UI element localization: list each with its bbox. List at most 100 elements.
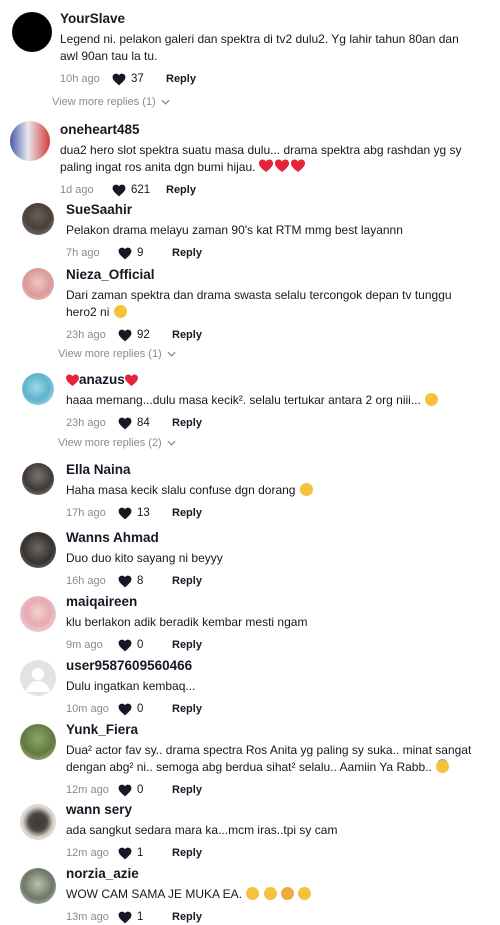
- comment-text: Dua² actor fav sy.. drama spectra Ros An…: [66, 742, 484, 776]
- heart-icon: [118, 575, 132, 587]
- avatar[interactable]: [20, 724, 56, 760]
- comment-item: Wanns Ahmad Duo duo kito sayang ni beyyy…: [0, 529, 500, 589]
- heart-icon: [112, 73, 126, 85]
- avatar[interactable]: [22, 203, 54, 235]
- avatar[interactable]: [20, 804, 56, 840]
- comment-text: WOW CAM SAMA JE MUKA EA.: [66, 886, 484, 903]
- reply-button[interactable]: Reply: [172, 639, 202, 651]
- reply-button[interactable]: Reply: [172, 847, 202, 859]
- reply-button[interactable]: Reply: [172, 247, 202, 259]
- reply-button[interactable]: Reply: [166, 184, 196, 196]
- like-button[interactable]: 13: [118, 507, 172, 520]
- like-button[interactable]: 0: [118, 639, 172, 652]
- avatar[interactable]: [22, 373, 54, 405]
- like-button[interactable]: 37: [112, 73, 166, 86]
- like-count: 1: [137, 911, 144, 923]
- avatar[interactable]: [12, 12, 52, 52]
- rofl-emoji-icon: [299, 483, 313, 496]
- view-more-replies-button[interactable]: View more replies (1): [58, 348, 176, 360]
- halo-emoji-icon: [436, 760, 450, 773]
- comment-meta: 9m ago 0 Reply: [66, 637, 484, 653]
- like-count: 0: [137, 639, 144, 651]
- comment-text: klu berlakon adik beradik kembar mesti n…: [66, 615, 308, 629]
- comment-username[interactable]: SueSaahir: [66, 201, 484, 218]
- like-count: 621: [131, 184, 151, 196]
- heart-icon: [118, 329, 132, 341]
- reply-button[interactable]: Reply: [172, 575, 202, 587]
- default-avatar-icon: [26, 668, 50, 692]
- comment-meta: 23h ago 92 Reply: [66, 327, 484, 343]
- avatar[interactable]: [22, 268, 54, 300]
- like-count: 92: [137, 329, 150, 341]
- comment-username[interactable]: YourSlave: [60, 10, 484, 27]
- heart-icon: [118, 847, 132, 859]
- comment-username[interactable]: wann sery: [66, 801, 484, 818]
- heart-icon: [118, 507, 132, 519]
- chevron-down-icon: [167, 351, 176, 357]
- reply-button[interactable]: Reply: [172, 417, 202, 429]
- avatar[interactable]: [22, 463, 54, 495]
- comment-username[interactable]: Nieza_Official: [66, 266, 484, 283]
- comment-text-body: Haha masa kecik slalu confuse dgn dorang: [66, 483, 296, 497]
- comment-item: maiqaireen klu berlakon adik beradik kem…: [0, 593, 500, 653]
- comment-time: 1d ago: [60, 184, 94, 196]
- reply-button[interactable]: Reply: [172, 703, 202, 715]
- comment-username[interactable]: anazus: [66, 371, 484, 388]
- heart-icon: [118, 639, 132, 651]
- reply-button[interactable]: Reply: [172, 329, 202, 341]
- reply-button[interactable]: Reply: [166, 73, 196, 85]
- avatar[interactable]: [20, 596, 56, 632]
- reply-item: Ella Naina Haha masa kecik slalu confuse…: [0, 461, 500, 521]
- comment-meta: 16h ago 8 Reply: [66, 573, 484, 589]
- comment-username[interactable]: norzia_azie: [66, 865, 484, 882]
- comment-meta: 10h ago 37 Reply: [60, 71, 484, 87]
- comment-username[interactable]: Ella Naina: [66, 461, 484, 478]
- heart-icon: [118, 417, 132, 429]
- comment-username[interactable]: oneheart485: [60, 121, 484, 138]
- view-more-replies-button[interactable]: View more replies (1): [52, 96, 170, 108]
- comment-time: 13m ago: [66, 911, 109, 923]
- like-button[interactable]: 84: [118, 417, 172, 430]
- comment-username[interactable]: Yunk_Fiera: [66, 721, 484, 738]
- like-count: 0: [137, 703, 144, 715]
- comment-text-body: WOW CAM SAMA JE MUKA EA.: [66, 887, 243, 901]
- avatar[interactable]: [10, 121, 50, 161]
- heart-icon: [118, 784, 132, 796]
- comment-item: user9587609560466 Dulu ingatkan kembaq..…: [0, 657, 500, 717]
- comment-meta: 23h ago 84 Reply: [66, 415, 484, 431]
- heart-icon: [118, 911, 132, 923]
- comment-username[interactable]: user9587609560466: [66, 657, 484, 674]
- chevron-down-icon: [161, 99, 170, 105]
- avatar[interactable]: [20, 868, 56, 904]
- like-button[interactable]: 0: [118, 784, 172, 797]
- comment-meta: 7h ago 9 Reply: [66, 245, 484, 261]
- heart-emoji-icon: [258, 159, 305, 172]
- comment-time: 23h ago: [66, 417, 106, 429]
- like-button[interactable]: 8: [118, 575, 172, 588]
- like-button[interactable]: 92: [118, 329, 172, 342]
- like-button[interactable]: 0: [118, 703, 172, 716]
- reply-item: Nieza_Official Dari zaman spektra dan dr…: [0, 266, 500, 341]
- like-button[interactable]: 1: [118, 911, 172, 924]
- avatar[interactable]: [20, 660, 56, 696]
- like-count: 9: [137, 247, 144, 259]
- comment-text: Haha masa kecik slalu confuse dgn dorang: [66, 482, 484, 499]
- reply-button[interactable]: Reply: [172, 784, 202, 796]
- reply-button[interactable]: Reply: [172, 911, 202, 923]
- comment-text: dua2 hero slot spektra suatu masa dulu..…: [60, 142, 484, 176]
- reply-button[interactable]: Reply: [172, 507, 202, 519]
- heart-icon: [118, 247, 132, 259]
- heart-emoji-icon: [66, 374, 79, 386]
- grin-sweat-emoji-icon: [113, 305, 127, 318]
- rofl-emoji-icon: [425, 393, 439, 406]
- comment-text: Dulu ingatkan kembaq...: [66, 679, 196, 693]
- comment-username[interactable]: Wanns Ahmad: [66, 529, 484, 546]
- like-button[interactable]: 621: [112, 184, 166, 197]
- avatar[interactable]: [20, 532, 56, 568]
- like-button[interactable]: 1: [118, 847, 172, 860]
- comment-username[interactable]: maiqaireen: [66, 593, 484, 610]
- view-more-replies-button[interactable]: View more replies (2): [58, 437, 176, 449]
- like-button[interactable]: 9: [118, 247, 172, 260]
- comment-text: Duo duo kito sayang ni beyyy: [66, 551, 223, 565]
- comment-text: haaa memang...dulu masa kecik². selalu t…: [66, 392, 484, 409]
